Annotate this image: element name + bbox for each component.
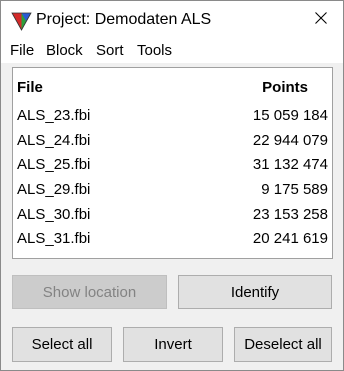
window-title: Project: Demodaten ALS <box>36 11 212 28</box>
point-count: 15 059 184 <box>252 107 328 124</box>
project-window: Project: Demodaten ALS File Block Sort T… <box>0 0 344 371</box>
file-name: ALS_31.fbi <box>17 230 91 248</box>
point-count: 20 241 619 <box>252 230 328 248</box>
select-all-button[interactable]: Select all <box>12 327 112 362</box>
app-logo-icon <box>11 10 32 31</box>
menu-bar: File Block Sort Tools <box>1 39 343 63</box>
list-row[interactable]: ALS_31.fbi 20 241 619 <box>13 227 332 252</box>
point-count: 9 175 589 <box>261 181 328 199</box>
close-icon <box>315 11 327 29</box>
list-row[interactable]: ALS_24.fbi 22 944 079 <box>13 129 332 154</box>
list-row[interactable]: ALS_23.fbi 15 059 184 <box>13 104 332 129</box>
invert-button[interactable]: Invert <box>123 327 223 362</box>
menu-tools[interactable]: Tools <box>136 42 173 60</box>
file-name: ALS_30.fbi <box>17 205 91 223</box>
show-location-button[interactable]: Show location <box>12 275 167 309</box>
file-name: ALS_23.fbi <box>17 107 91 124</box>
title-bar[interactable]: Project: Demodaten ALS <box>1 1 343 39</box>
identify-button[interactable]: Identify <box>178 275 332 309</box>
point-count: 23 153 258 <box>252 205 328 223</box>
column-header-points[interactable]: Points <box>262 79 308 97</box>
file-list[interactable]: File Points ALS_23.fbi 15 059 184 ALS_24… <box>12 67 333 259</box>
deselect-all-button[interactable]: Deselect all <box>234 327 332 362</box>
file-name: ALS_29.fbi <box>17 181 91 199</box>
list-rows: ALS_23.fbi 15 059 184 ALS_24.fbi 22 944 … <box>13 104 332 252</box>
list-header: File Points <box>13 68 332 103</box>
close-button[interactable] <box>299 5 343 35</box>
column-header-file[interactable]: File <box>17 79 43 97</box>
menu-block[interactable]: Block <box>45 42 84 60</box>
list-row[interactable]: ALS_30.fbi 23 153 258 <box>13 203 332 228</box>
point-count: 31 132 474 <box>252 156 328 174</box>
menu-sort[interactable]: Sort <box>95 42 125 60</box>
menu-file[interactable]: File <box>9 42 35 60</box>
list-row[interactable]: ALS_29.fbi 9 175 589 <box>13 178 332 203</box>
list-row[interactable]: ALS_25.fbi 31 132 474 <box>13 153 332 178</box>
file-name: ALS_24.fbi <box>17 131 91 149</box>
file-name: ALS_25.fbi <box>17 156 91 174</box>
point-count: 22 944 079 <box>252 131 328 149</box>
